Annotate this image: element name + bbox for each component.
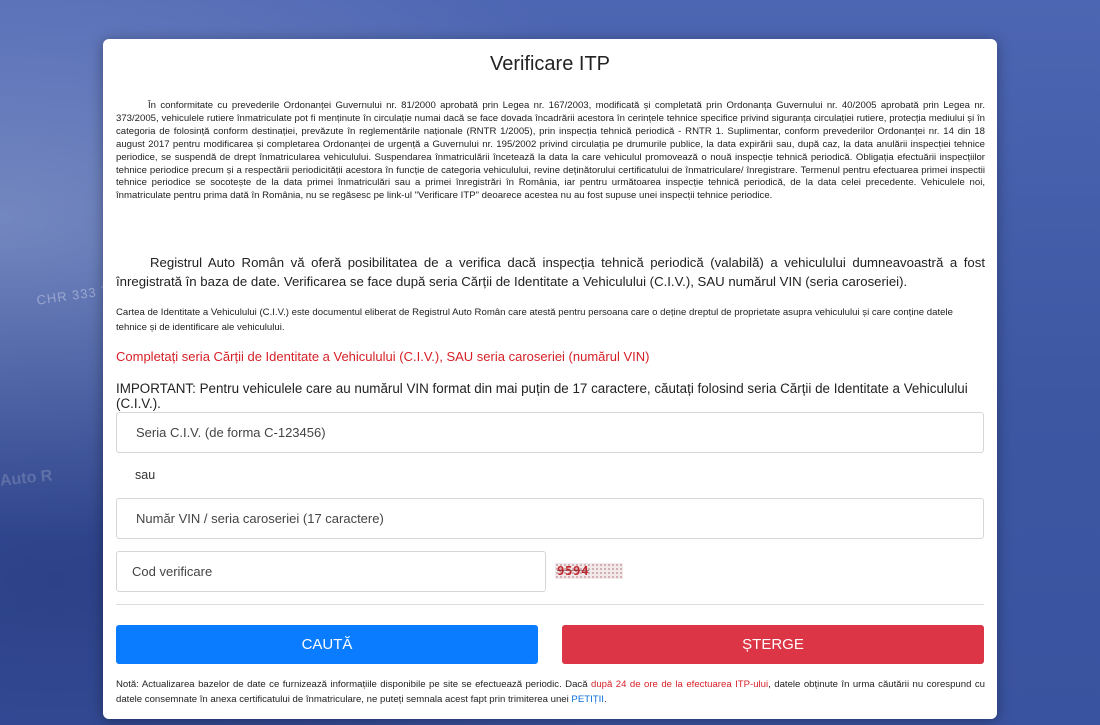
modal-title: Verificare ITP [489, 53, 611, 75]
form-instruction: Completați seria Cărții de Identitate a … [116, 349, 650, 364]
or-label: sau [135, 468, 156, 482]
clear-button[interactable]: ȘTERGE [562, 625, 984, 664]
note-text-3: . [603, 694, 607, 705]
legal-text: În conformitate cu prevederile Ordonanțe… [116, 100, 985, 202]
civ-series-input[interactable] [116, 412, 984, 453]
footer-note: Notă: Actualizarea bazelor de date ce fu… [116, 677, 985, 707]
verification-code-input[interactable] [116, 551, 546, 592]
captcha-code: 9594 [557, 563, 590, 578]
important-note: IMPORTANT: Pentru vehiculele care au num… [116, 381, 968, 411]
note-highlight: după 24 de ore de la efectuarea ITP-ului [591, 679, 769, 690]
divider [116, 604, 984, 605]
note-text-1: Notă: Actualizarea bazelor de date ce fu… [116, 679, 592, 690]
background-sign-text: Auto R [0, 467, 54, 490]
itp-check-modal: Verificare ITP În conformitate cu preved… [103, 39, 997, 719]
search-button[interactable]: CAUTĂ [116, 625, 538, 664]
vin-input[interactable] [116, 498, 984, 539]
petition-link[interactable]: PETIȚII [571, 694, 604, 705]
intro-text: Registrul Auto Român vă oferă posibilita… [116, 255, 985, 289]
captcha-image: 9594 [555, 563, 623, 579]
civ-note: Cartea de Identitate a Vehiculului (C.I.… [116, 307, 953, 333]
